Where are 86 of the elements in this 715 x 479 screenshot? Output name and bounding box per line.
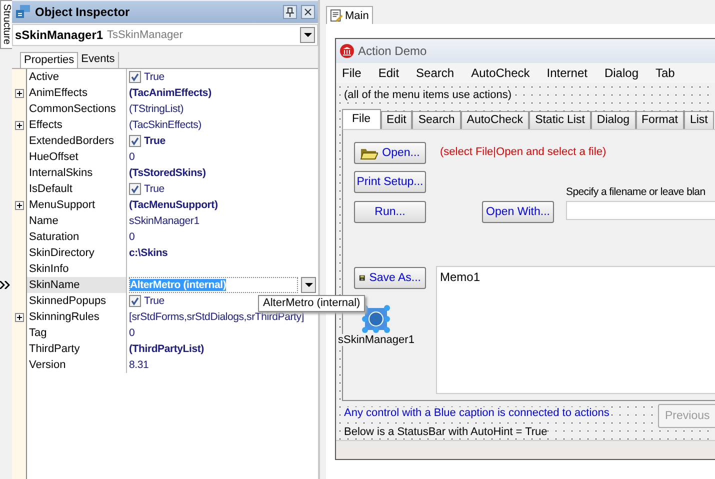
property-value: 8.31 — [129, 359, 149, 371]
action-button[interactable]: Save As... — [354, 267, 426, 289]
pin-icon[interactable] — [283, 5, 297, 19]
page-tab[interactable]: Search — [412, 111, 461, 131]
checkbox[interactable] — [129, 71, 141, 83]
expand-icon[interactable] — [15, 88, 24, 98]
property-value: (TStringList) — [129, 103, 184, 115]
property-value: [srStdForms,srStdDialogs,srThirdParty] — [129, 311, 304, 323]
component-label: sSkinManager1 — [338, 334, 414, 346]
menu-item[interactable]: File — [342, 66, 362, 80]
close-icon[interactable] — [301, 5, 315, 19]
filename-field[interactable] — [566, 201, 715, 220]
property-name: CommonSections — [27, 101, 127, 117]
property-name: SkinningRules — [27, 309, 127, 325]
page-tab[interactable]: File — [342, 109, 381, 130]
property-name: SkinName — [27, 277, 127, 293]
object-type: TsSkinManager — [107, 29, 184, 41]
inspector-tab[interactable]: Properties — [20, 52, 78, 68]
property-value: c:\Skins — [129, 247, 168, 259]
object-name: sSkinManager1 — [15, 28, 104, 42]
property-name: ExtendedBorders — [27, 133, 127, 149]
menu-item[interactable]: Dialog — [604, 66, 638, 80]
property-name: MenuSupport — [27, 197, 127, 213]
property-name: SkinnedPopups — [27, 293, 127, 309]
menu-item[interactable]: Internet — [546, 66, 588, 80]
property-name: Name — [27, 213, 127, 229]
property-value: True — [144, 295, 164, 307]
menu-item[interactable]: AutoCheck — [471, 66, 530, 80]
property-value: 0 — [129, 151, 135, 163]
page-tab[interactable]: Static List — [529, 111, 591, 131]
checkbox[interactable] — [129, 295, 141, 307]
status-note: Below is a StatusBar with AutoHint = True — [344, 426, 548, 438]
property-name: Effects — [27, 117, 127, 133]
property-value: (TacMenuSupport) — [129, 199, 218, 211]
checkbox[interactable] — [129, 183, 141, 195]
menu-item[interactable]: Search — [416, 66, 454, 80]
inspector-icon — [15, 4, 31, 20]
checkbox[interactable] — [129, 135, 141, 147]
property-value: (TacSkinEffects) — [129, 119, 202, 131]
property-value: (ThirdPartyList) — [129, 343, 204, 355]
expand-icon[interactable] — [15, 120, 24, 130]
memo-field[interactable]: Memo1 — [436, 266, 715, 394]
property-value: sSkinManager1 — [129, 215, 200, 227]
object-selector[interactable]: sSkinManager1 TsSkinManager — [12, 24, 318, 46]
component-icon[interactable] — [361, 304, 392, 334]
field-label: Specify a filename or leave blan — [566, 186, 706, 198]
property-name: IsDefault — [27, 181, 127, 197]
property-name: AnimEffects — [27, 85, 127, 101]
property-name: Tag — [27, 325, 127, 341]
property-name: Active — [27, 69, 127, 85]
property-name: SkinDirectory — [27, 245, 127, 261]
current-row-icon — [0, 281, 10, 289]
expand-icon[interactable] — [15, 200, 24, 210]
action-button[interactable]: Open With... — [482, 201, 554, 223]
structure-tab[interactable]: Structure — [0, 0, 13, 49]
property-name: Version — [27, 357, 127, 373]
dropdown-icon[interactable] — [301, 277, 316, 293]
expand-icon[interactable] — [15, 312, 24, 322]
property-name: Saturation — [27, 229, 127, 245]
designer-tab[interactable]: Main — [326, 6, 373, 24]
folder-icon — [360, 146, 378, 160]
property-name: InternalSkins — [27, 165, 127, 181]
form-icon — [330, 9, 343, 22]
action-button[interactable]: Print Setup... — [354, 171, 426, 193]
property-value: (TacAnimEffects) — [129, 87, 212, 99]
action-button[interactable]: Open... — [354, 142, 426, 164]
property-value: 0 — [129, 231, 135, 243]
property-name: HueOffset — [27, 149, 127, 165]
app-icon — [340, 44, 354, 58]
inspector-title: Object Inspector — [35, 5, 131, 19]
dropdown-icon[interactable] — [300, 27, 315, 43]
property-value: True — [144, 183, 164, 195]
form-label: (all of the menu items use actions) — [344, 89, 512, 101]
tooltip: AlterMetro (internal) — [258, 295, 366, 312]
property-name: ThirdParty — [27, 341, 127, 357]
menu-item[interactable]: Edit — [378, 66, 400, 80]
action-button[interactable]: Run... — [354, 201, 426, 223]
property-value: 0 — [129, 327, 135, 339]
menu-item[interactable]: Tab — [656, 66, 675, 80]
form-title: Action Demo — [358, 44, 427, 58]
hint-label: (select File|Open and select a file) — [440, 146, 606, 158]
inspector-tab[interactable]: Events — [78, 52, 119, 68]
property-value: (TsStoredSkins) — [129, 167, 206, 179]
caption-note: Any control with a Blue caption is connected to actions — [344, 407, 610, 419]
property-value: True — [144, 135, 166, 147]
property-value: True — [144, 71, 164, 83]
